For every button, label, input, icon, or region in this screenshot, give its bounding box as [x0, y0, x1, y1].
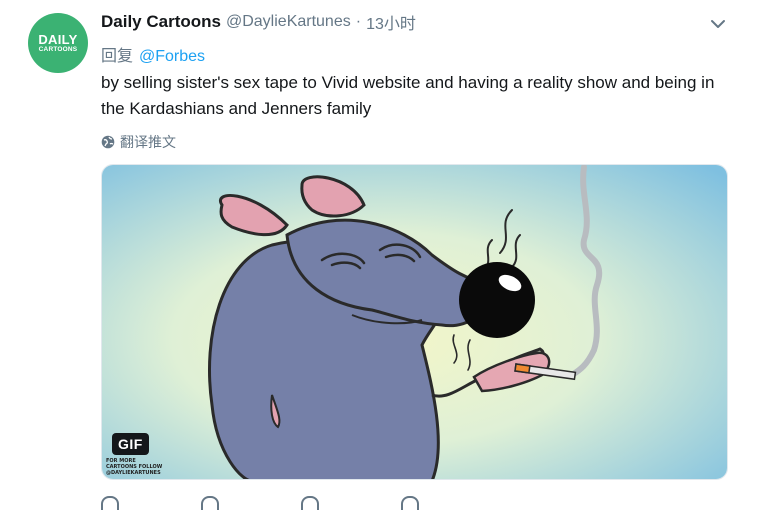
globe-icon — [101, 135, 115, 149]
like-icon[interactable] — [301, 496, 401, 510]
reply-prefix: 回复 — [101, 48, 134, 65]
display-name[interactable]: Daily Cartoons — [101, 12, 221, 32]
message-icon[interactable] — [401, 496, 501, 510]
translate-label: 翻译推文 — [120, 134, 176, 150]
tweet-actions — [101, 496, 501, 510]
retweet-icon[interactable] — [201, 496, 301, 510]
avatar[interactable]: DAILY CARTOONS — [28, 13, 88, 73]
tweet-header: Daily Cartoons @DaylieKartunes · 13小时 — [101, 11, 416, 33]
translate-tweet-button[interactable]: 翻译推文 — [101, 132, 176, 152]
tweet-text: by selling sister's sex tape to Vivid we… — [101, 73, 715, 118]
cartoon-image — [102, 165, 727, 479]
reply-mention-link[interactable]: @Forbes — [139, 48, 205, 65]
gif-badge: GIF — [112, 433, 149, 455]
chevron-down-icon[interactable] — [709, 16, 727, 32]
tweet-timestamp[interactable]: 13小时 — [366, 10, 416, 34]
reply-context: 回复 @Forbes — [101, 42, 205, 66]
avatar-text-line2: CARTOONS — [38, 45, 78, 53]
user-handle[interactable]: @DaylieKartunes — [226, 13, 351, 31]
gif-media[interactable]: GIF FOR MORE CARTOONS FOLLOW @DAYLIEKART… — [101, 164, 728, 480]
avatar-text-line1: DAILY — [38, 31, 78, 47]
separator: · — [355, 13, 362, 30]
reply-icon[interactable] — [101, 496, 201, 510]
cartoon-credit: FOR MORE CARTOONS FOLLOW @DAYLIEKARTUNES — [106, 458, 163, 476]
